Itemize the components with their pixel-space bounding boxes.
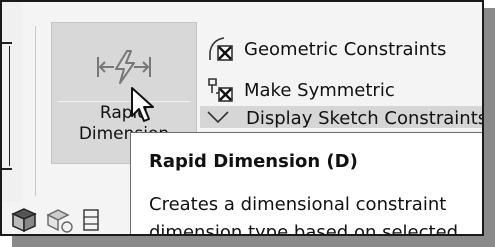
edge-mark (2, 168, 12, 170)
panel-divider (35, 26, 36, 196)
make-symmetric-button[interactable]: Make Symmetric (206, 73, 395, 107)
geometric-constraints-label: Geometric Constraints (244, 38, 447, 60)
tooltip-title: Rapid Dimension (D) (149, 151, 358, 172)
rapid-dimension-icon-area[interactable] (52, 23, 196, 101)
display-icon[interactable] (46, 206, 74, 234)
display-constraints-button[interactable]: Display Sketch Constraints (200, 106, 484, 128)
geometric-constraints-button[interactable]: Geometric Constraints (206, 32, 446, 66)
display-constraints-label: Display Sketch Constraints (246, 108, 484, 128)
display-constraints-icon (207, 111, 229, 124)
rapid-dimension-tooltip: Rapid Dimension (D) Creates a dimensiona… (130, 132, 482, 236)
mouse-pointer-icon (131, 87, 154, 122)
bottom-toolbar (10, 202, 110, 234)
left-panel-edge (2, 2, 22, 202)
rapid-dimension-label-line1: Rapid (99, 103, 149, 123)
edge-mark (2, 42, 12, 44)
ribbon-panel: Rapid Dimension Geometric Constraints Ma… (0, 0, 484, 236)
button-separator (58, 101, 190, 102)
make-symmetric-icon (208, 78, 233, 102)
make-symmetric-label: Make Symmetric (244, 79, 395, 101)
tooltip-description-line1: Creates a dimensional constraint (149, 194, 447, 215)
sketch-cube-icon[interactable] (10, 206, 38, 234)
grid-icon[interactable] (82, 206, 102, 234)
geometric-constraints-icon (209, 37, 233, 61)
tooltip-description-line2: dimension type based on selected (149, 222, 459, 236)
edge-line (9, 46, 10, 166)
rapid-dimension-icon (97, 50, 151, 84)
